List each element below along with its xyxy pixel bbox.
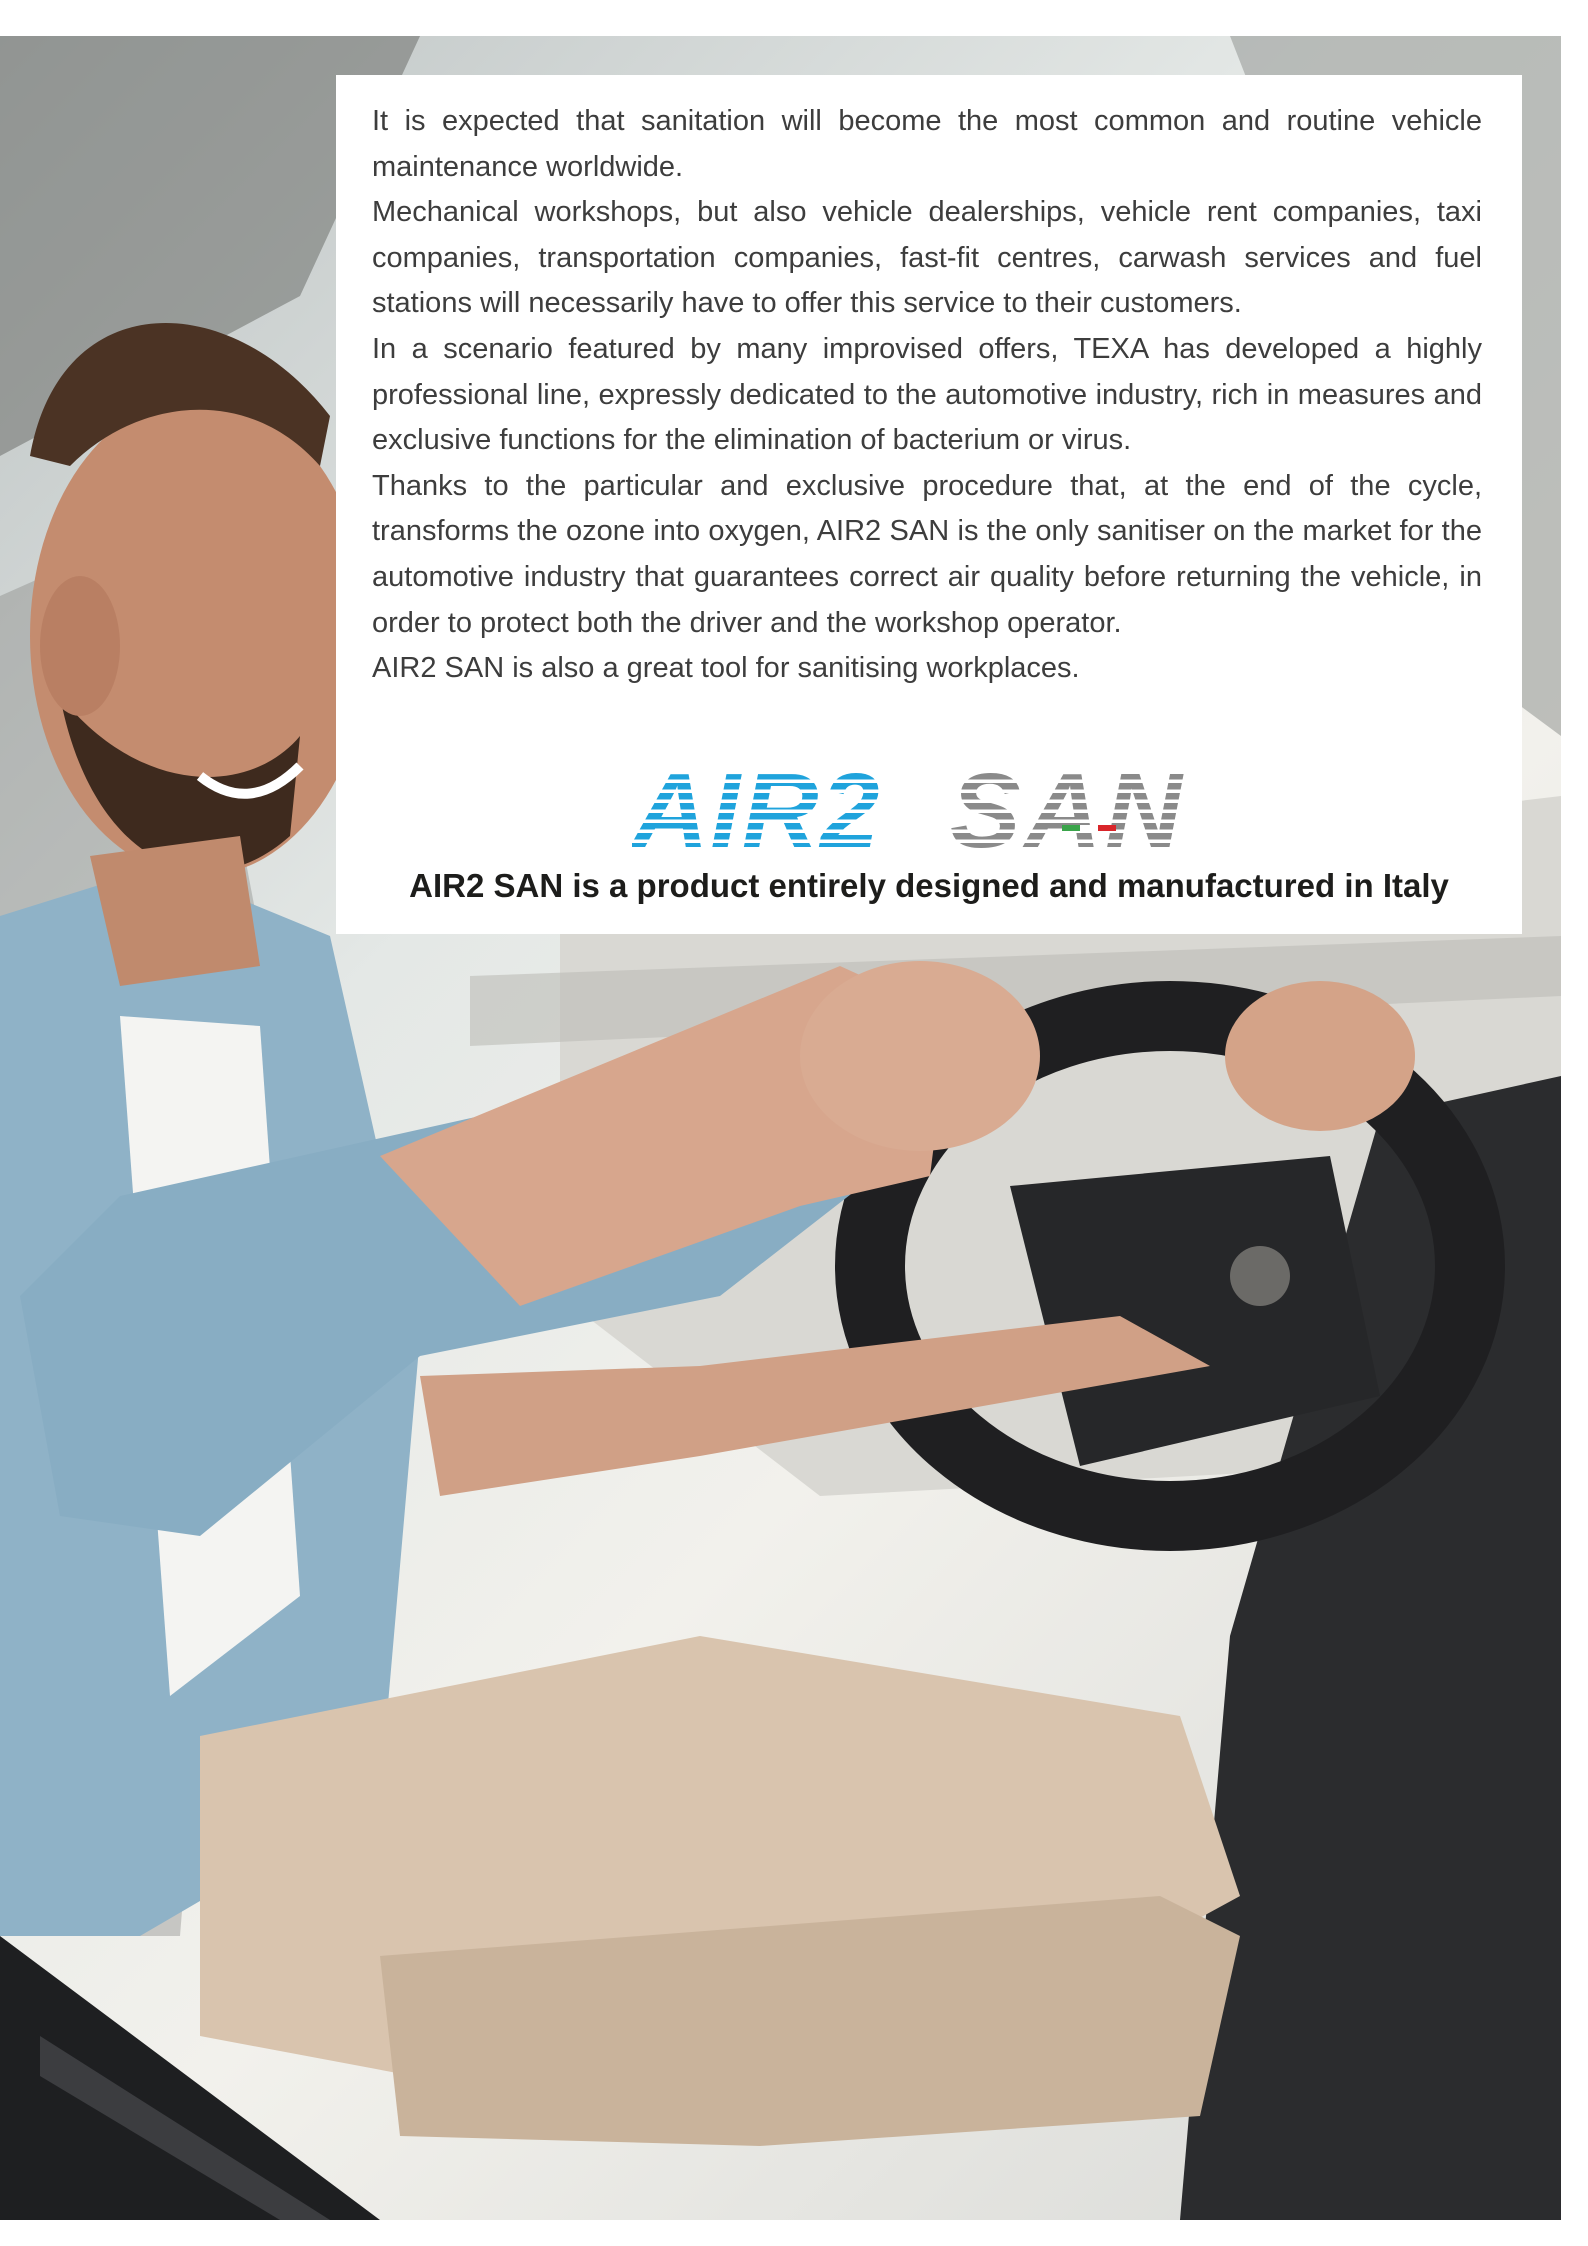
paragraph: In a scenario featured by many improvise… bbox=[372, 332, 1482, 457]
paragraph: Mechanical workshops, but also vehicle d… bbox=[372, 196, 1482, 320]
tagline: AIR2 SAN is a product entirely designed … bbox=[409, 867, 1449, 904]
logo-san-text: SAN bbox=[950, 763, 1186, 857]
air2san-logo: AIR2 SAN bbox=[632, 763, 1222, 857]
text-panel: It is expected that sanitation will beco… bbox=[336, 75, 1522, 934]
italian-flag-stripes bbox=[1062, 825, 1116, 831]
paragraph: It is expected that sanitation will beco… bbox=[372, 105, 1482, 183]
paragraph: AIR2 SAN is also a great tool for saniti… bbox=[372, 652, 1080, 685]
body-text: It is expected that sanitation will beco… bbox=[372, 99, 1482, 692]
air2san-logo-graphic: AIR2 SAN bbox=[632, 763, 1186, 857]
paragraph: Thanks to the particular and exclusive p… bbox=[372, 469, 1482, 639]
logo-air2-text: AIR2 bbox=[632, 763, 882, 857]
